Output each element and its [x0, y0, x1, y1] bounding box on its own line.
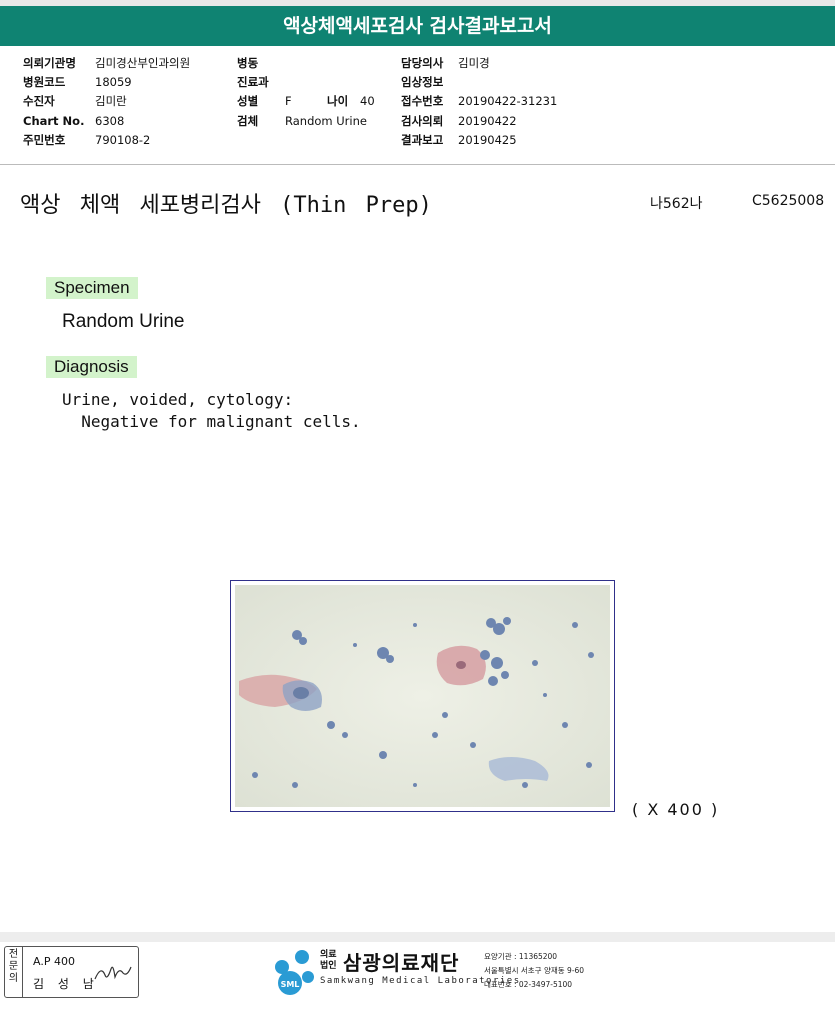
patient-info: 의뢰기관명 김미경산부인과의원 병원코드 18059 수진자 김미란 Chart…	[0, 54, 835, 154]
institution-logo: SML 의료 법인 삼광의료재단 Samkwang Medical Laborat…	[270, 945, 600, 1001]
test-title: 액상 체액 세포병리검사 (Thin Prep)	[20, 193, 432, 218]
label-specimen-type: 검체	[237, 114, 259, 128]
label-hospital-code: 병원코드	[23, 75, 66, 89]
value-receipt-no: 20190422-31231	[458, 94, 558, 108]
label-sex: 성별	[237, 94, 259, 108]
label-department: 진료과	[237, 75, 269, 89]
specimen-value: Random Urine	[62, 311, 185, 332]
value-patient: 김미란	[95, 94, 127, 108]
value-request-date: 20190422	[458, 114, 517, 128]
diagnosis-line-2: Negative for malignant cells.	[62, 412, 361, 431]
magnification-label: ( X 400 )	[632, 800, 720, 819]
info-institution-code: 요양기관 : 11365200	[484, 952, 558, 961]
label-age: 나이	[327, 94, 349, 108]
report-title: 액상체액세포검사 검사결과보고서	[0, 6, 835, 46]
label-institution: 의뢰기관명	[23, 56, 76, 70]
test-code-1: 나562나	[650, 196, 703, 212]
logo-name: 삼광의료재단	[343, 951, 460, 975]
value-sex: F	[285, 94, 292, 108]
pathologist-stamp: 전문의 A.P 400 김 성 남	[4, 946, 139, 998]
label-resident-no: 주민번호	[23, 133, 66, 147]
value-chart-no: 6308	[95, 114, 125, 128]
stamp-title: 전문의	[5, 947, 23, 997]
stamp-name: 김 성 남	[33, 977, 99, 991]
label-physician: 담당의사	[401, 56, 444, 70]
label-request-date: 검사의뢰	[401, 114, 444, 128]
logo-small-text: 의료 법인	[320, 950, 337, 971]
value-hospital-code: 18059	[95, 75, 132, 89]
value-resident-no: 790108-2	[95, 133, 151, 147]
value-report-date: 20190425	[458, 133, 517, 147]
signature	[94, 966, 132, 980]
header-divider	[0, 164, 835, 165]
diagnosis-line-1: Urine, voided, cytology:	[62, 390, 294, 409]
info-phone: 대표번호 : 02-3497-5100	[484, 980, 573, 989]
cytology-micrograph	[235, 585, 610, 807]
value-specimen-type: Random Urine	[285, 114, 367, 128]
info-address: 서울특별시 서초구 양재동 9-60	[484, 966, 585, 975]
label-patient: 수진자	[23, 94, 55, 108]
label-receipt-no: 접수번호	[401, 94, 444, 108]
stamp-license: A.P 400	[33, 955, 75, 968]
label-clinical-info: 임상정보	[401, 75, 444, 89]
logo-badge-text: SML	[281, 980, 300, 989]
footer-band	[0, 932, 835, 942]
label-ward: 병동	[237, 56, 259, 70]
diagnosis-text: Urine, voided, cytology: Negative for ma…	[62, 389, 361, 433]
sml-logo-icon: SML	[275, 950, 314, 995]
value-age: 40	[360, 94, 375, 108]
value-physician: 김미경	[458, 56, 490, 70]
value-institution: 김미경산부인과의원	[95, 56, 191, 70]
diagnosis-label: Diagnosis	[46, 356, 137, 378]
label-chart-no: Chart No.	[23, 114, 85, 128]
cytology-image	[230, 580, 615, 812]
label-report-date: 결과보고	[401, 133, 444, 147]
test-code-2: C5625008	[752, 193, 825, 209]
specimen-label: Specimen	[46, 277, 138, 299]
